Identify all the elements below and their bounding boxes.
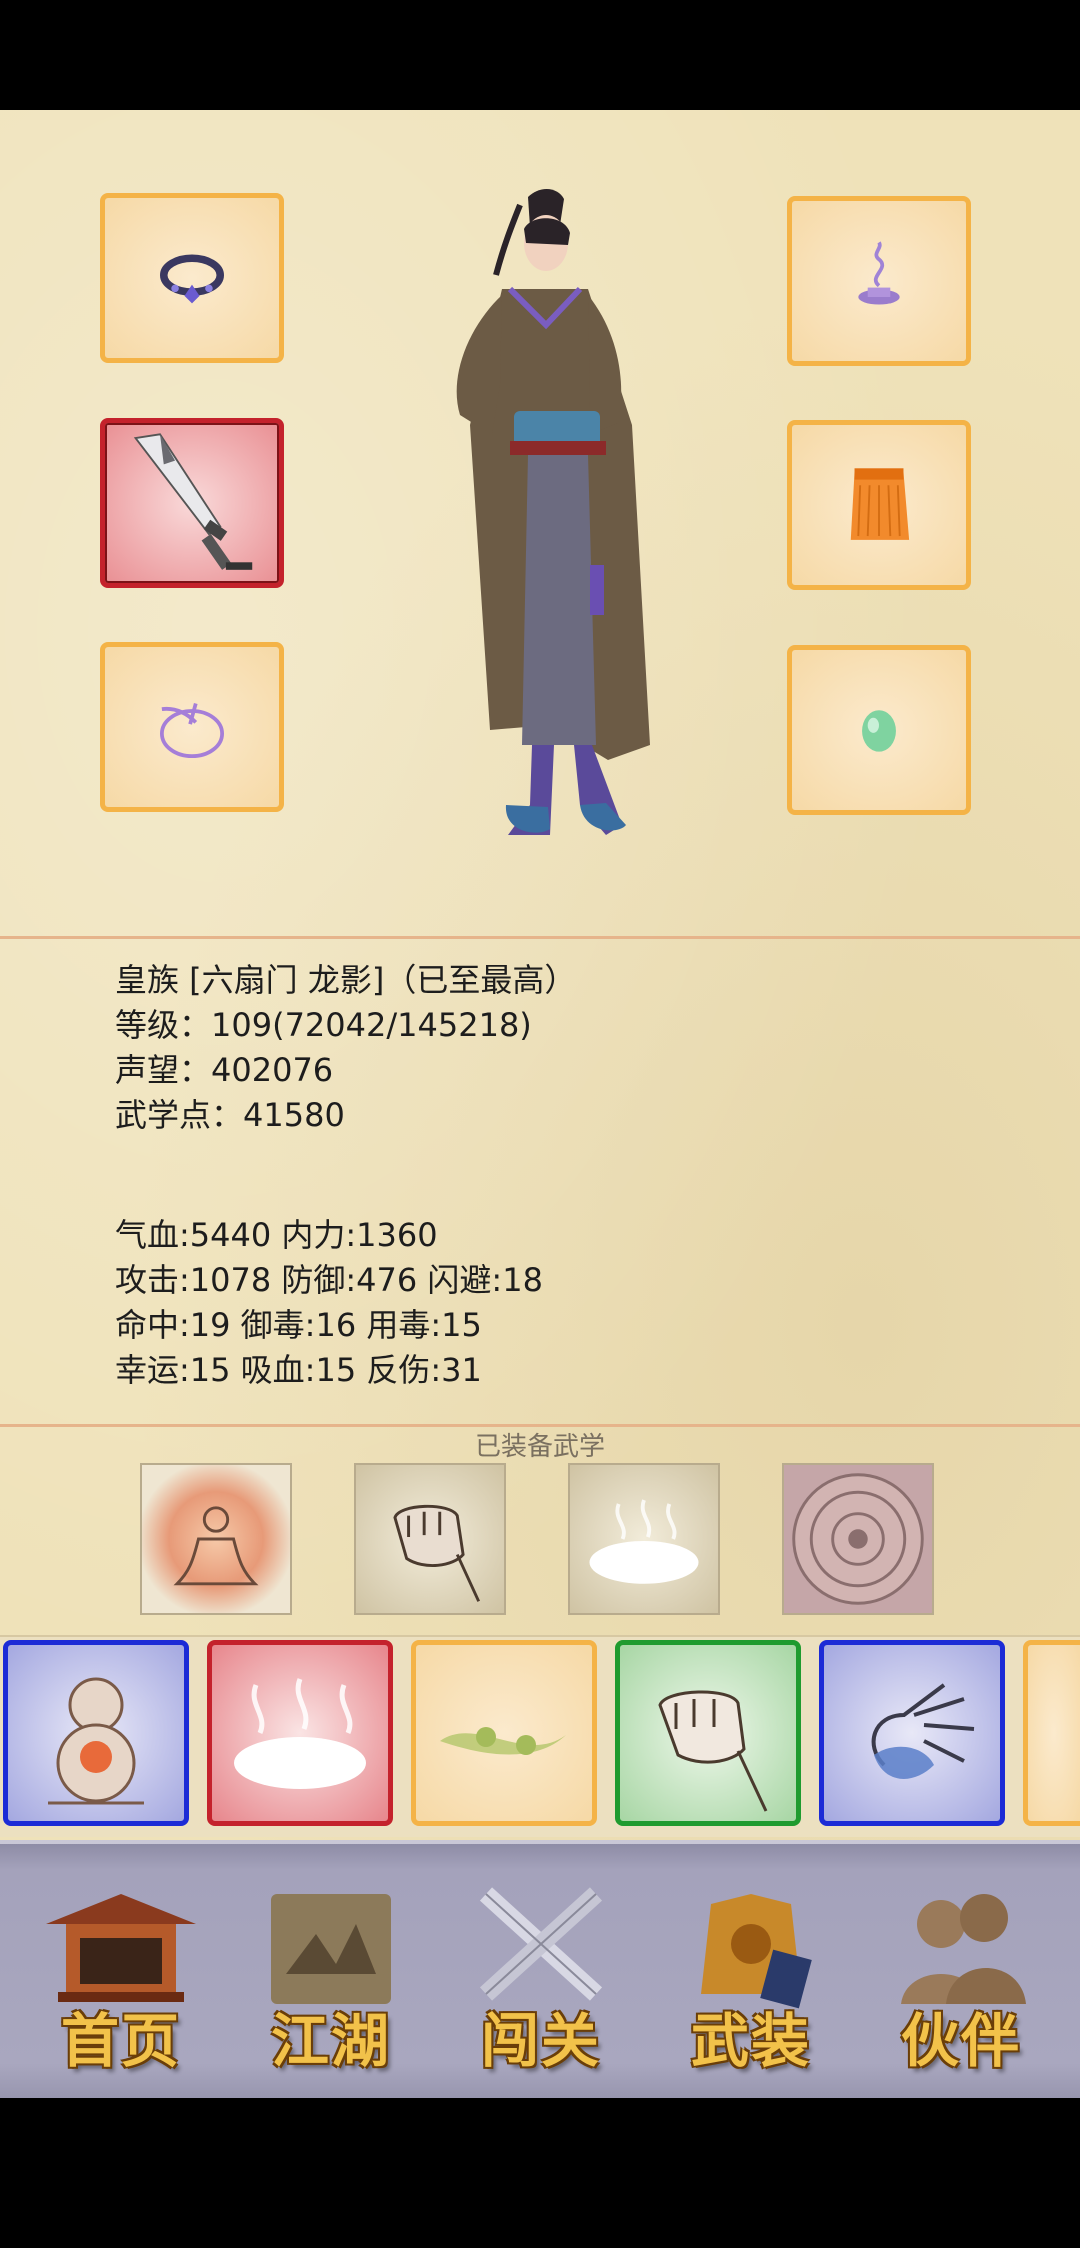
reputation-line: 声望：402076 xyxy=(115,1051,334,1089)
profile-info: 皇族 [六扇门 龙影]（已至最高） 等级：109(72042/145218) 声… xyxy=(115,958,576,1138)
skill-card-partial[interactable] xyxy=(1023,1640,1080,1826)
meditation-icon xyxy=(173,1506,259,1586)
jade-icon xyxy=(862,710,896,752)
nav-challenge-label: 闯关 xyxy=(480,2007,601,2075)
nav-equipment[interactable]: 武装 xyxy=(666,1884,836,2075)
equip-slot-ring[interactable] xyxy=(100,642,284,812)
incense-icon xyxy=(858,241,900,305)
character-portrait xyxy=(456,188,650,835)
equipped-skill-fist[interactable] xyxy=(354,1463,506,1615)
equip-slot-incense[interactable] xyxy=(787,196,971,366)
equip-slot-robe[interactable] xyxy=(787,420,971,590)
skill-card-herb[interactable] xyxy=(411,1640,597,1826)
nav-jianghu[interactable]: 江湖 xyxy=(246,1884,416,2075)
section-divider xyxy=(0,936,1080,939)
cloud-icon xyxy=(589,1499,699,1584)
equip-slot-weapon[interactable] xyxy=(100,418,284,588)
nav-challenge[interactable]: 闯关 xyxy=(456,1884,626,2075)
skill-card-fist[interactable] xyxy=(615,1640,801,1826)
fist-icon xyxy=(393,1504,481,1602)
skill-card-gourd[interactable] xyxy=(3,1640,189,1826)
stats-block: 气血:5440 内力:1360 攻击:1078 防御:476 闪避:18 命中:… xyxy=(115,1213,543,1393)
equip-slot-jade[interactable] xyxy=(787,645,971,815)
cloud-icon xyxy=(234,1678,366,1789)
nav-home[interactable]: 首页 xyxy=(36,1884,206,2075)
herb-icon xyxy=(440,1727,566,1755)
fist-icon xyxy=(658,1690,768,1812)
nav-companions-label: 伙伴 xyxy=(900,2007,1021,2075)
stats-hp-mp: 气血:5440 内力:1360 xyxy=(115,1216,438,1254)
equipped-skills-label: 已装备武学 xyxy=(474,1432,605,1462)
equipped-skill-seal[interactable] xyxy=(782,1463,934,1615)
bracelet-icon xyxy=(160,254,224,304)
skill-card-open-palm[interactable] xyxy=(819,1640,1005,1826)
martial-points-line: 武学点：41580 xyxy=(115,1096,345,1134)
nav-companions[interactable]: 伙伴 xyxy=(876,1884,1046,2075)
equip-slot-bracelet[interactable] xyxy=(100,193,284,363)
identity-line: 皇族 [六扇门 龙影]（已至最高） xyxy=(115,961,577,999)
seal-icon xyxy=(792,1473,924,1605)
gourd-icon xyxy=(48,1677,144,1805)
stats-luck-lifesteal: 幸运:15 吸血:15 反伤:31 xyxy=(115,1351,482,1389)
level-line: 等级：109(72042/145218) xyxy=(115,1006,532,1044)
equipped-skill-cloud[interactable] xyxy=(568,1463,720,1615)
robe-icon xyxy=(850,468,910,540)
stats-hit-poison: 命中:19 御毒:16 用毒:15 xyxy=(115,1306,482,1344)
status-bar xyxy=(0,0,1080,110)
equipped-skill-meditation[interactable] xyxy=(140,1463,292,1615)
skill-card-cloud[interactable] xyxy=(207,1640,393,1826)
system-nav-area xyxy=(0,2098,1080,2248)
open-palm-icon xyxy=(871,1683,975,1779)
nav-equipment-label: 武装 xyxy=(690,2007,811,2075)
ring-icon xyxy=(160,702,224,759)
nav-jianghu-label: 江湖 xyxy=(270,2007,391,2075)
broadsword-icon xyxy=(133,433,253,570)
bottom-nav: 首页 江湖 闯关 武装 伙伴 xyxy=(0,1840,1080,2102)
stats-atk-def: 攻击:1078 防御:476 闪避:18 xyxy=(115,1261,543,1299)
nav-home-label: 首页 xyxy=(60,2007,181,2075)
